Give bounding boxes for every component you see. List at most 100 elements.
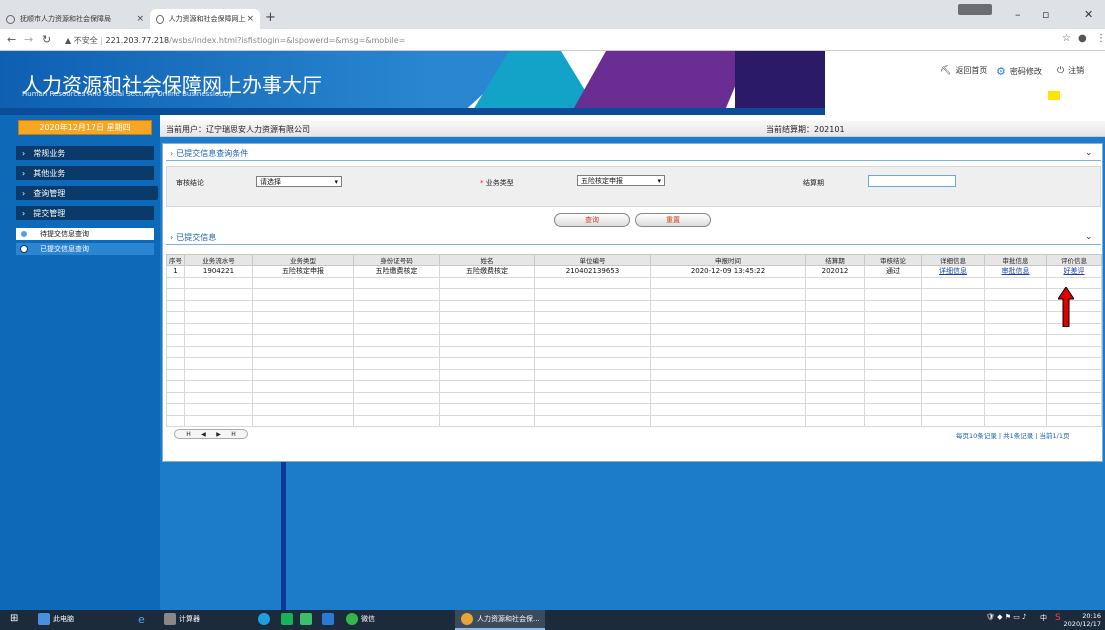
- table-cell: [184, 357, 253, 370]
- table-cell: [353, 414, 440, 427]
- prev-page-button[interactable]: ◀: [201, 431, 206, 438]
- table-cell: [534, 322, 651, 335]
- address-bar: ← → ↻ ▲ 不安全 | 221.203.77.218/wsbs/index.…: [0, 29, 1105, 51]
- query-section-header[interactable]: › 已提交信息查询条件: [170, 148, 248, 159]
- required-mark: *: [480, 179, 484, 187]
- password-link[interactable]: ⚙ 密码修改: [996, 65, 1042, 78]
- close-tab-icon[interactable]: ×: [246, 14, 254, 24]
- system-tray-icons[interactable]: 🛡 ◆ ⚑ ▭ ♪: [986, 613, 1027, 621]
- this-pc-button[interactable]: 此电脑: [38, 613, 74, 625]
- table-cell: [984, 414, 1047, 427]
- skype-icon[interactable]: [258, 613, 270, 625]
- mail-icon[interactable]: [322, 613, 334, 625]
- biz-type-select[interactable]: 五险核定申报 ▾: [577, 175, 665, 186]
- table-cell: [534, 414, 651, 427]
- new-tab-button[interactable]: +: [265, 10, 276, 25]
- maximize-icon[interactable]: ▫: [1042, 8, 1049, 21]
- table-cell: [650, 391, 806, 404]
- close-window-icon[interactable]: ✕: [1084, 8, 1093, 21]
- back-icon[interactable]: ←: [7, 33, 16, 46]
- home-link[interactable]: ⛏ 返回首页: [940, 65, 987, 76]
- close-tab-icon[interactable]: ×: [136, 14, 144, 24]
- forward-icon[interactable]: →: [24, 33, 33, 46]
- results-section-header[interactable]: › 已提交信息: [170, 232, 216, 243]
- chevron-down-icon: ▾: [657, 176, 661, 185]
- windows-start-icon[interactable]: ⊞: [10, 613, 18, 624]
- table-cell: [1046, 311, 1102, 324]
- menu-icon[interactable]: ⋮: [1096, 33, 1105, 44]
- table-row-empty: [166, 299, 1102, 312]
- table-cell: [534, 380, 651, 393]
- reset-button[interactable]: 重置: [635, 213, 711, 227]
- approval-info-link[interactable]: 审批信息: [984, 265, 1047, 278]
- section-title: 已提交信息: [176, 233, 217, 242]
- first-page-button[interactable]: H: [186, 431, 191, 438]
- table-cell: [534, 299, 651, 312]
- table-cell: [1046, 345, 1102, 358]
- logout-link[interactable]: ⏻ 注销: [1057, 65, 1084, 76]
- media-icon[interactable]: [281, 613, 293, 625]
- sidebar-menu-regular[interactable]: › 常规业务: [16, 146, 154, 160]
- table-cell: [166, 391, 185, 404]
- ime-indicator[interactable]: 中: [1040, 613, 1047, 623]
- sidebar-menu-query[interactable]: › 查询管理: [16, 186, 154, 200]
- browser-tab[interactable]: 抚顺市人力资源和社会保障局 ×: [0, 9, 150, 29]
- rating-link[interactable]: 好差评: [1046, 265, 1102, 278]
- profile-icon[interactable]: ●: [1078, 33, 1087, 44]
- section-divider: [166, 160, 1101, 161]
- table-row-empty: [166, 357, 1102, 370]
- sidebar-item-submitted-query[interactable]: 已提交信息查询: [16, 243, 154, 255]
- sidebar-collapse-handle[interactable]: [152, 186, 158, 200]
- security-warning[interactable]: ▲ 不安全: [65, 36, 98, 45]
- column-header: 姓名: [439, 254, 535, 266]
- wechat-button[interactable]: 微信: [346, 613, 375, 625]
- audit-select[interactable]: 请选择 ▾: [256, 176, 342, 187]
- table-cell: [650, 357, 806, 370]
- detail-info-link[interactable]: 详细信息: [921, 265, 985, 278]
- table-row[interactable]: 1 1904221 五险核定申报 五险缴费核定 五险缴费核定 210402139…: [166, 265, 1102, 278]
- chevron-down-icon[interactable]: ⌄: [1085, 232, 1093, 242]
- minimize-icon[interactable]: –: [1015, 8, 1021, 21]
- table-cell: [864, 391, 922, 404]
- taskbar-label: 计算器: [179, 615, 200, 623]
- active-browser-task[interactable]: 人力资源和社会保...: [455, 610, 545, 630]
- sidebar-menu-other[interactable]: › 其他业务: [16, 166, 154, 180]
- search-button[interactable]: 查询: [554, 213, 630, 227]
- clock[interactable]: 20:16 2020/12/17: [1064, 612, 1101, 628]
- table-cell: [921, 322, 985, 335]
- table-cell: [864, 276, 922, 289]
- browser-tab-active[interactable]: 人力资源和社会保障网上办事云 ×: [150, 9, 260, 29]
- table-cell: [1046, 391, 1102, 404]
- table-cell: [805, 368, 865, 381]
- period-input[interactable]: [868, 175, 956, 187]
- table-cell: [252, 322, 354, 335]
- table-cell: [984, 299, 1047, 312]
- table-cell: [984, 391, 1047, 404]
- last-page-button[interactable]: H: [231, 431, 236, 438]
- table-cell: [534, 357, 651, 370]
- gear-icon: ⚙: [996, 65, 1006, 78]
- next-page-button[interactable]: ▶: [216, 431, 221, 438]
- table-cell: [650, 276, 806, 289]
- sogou-icon[interactable]: S: [1055, 613, 1061, 623]
- table-cell: [353, 403, 440, 416]
- bookmark-star-icon[interactable]: ☆: [1062, 33, 1071, 44]
- app-icon[interactable]: [300, 613, 312, 625]
- table-cell: [864, 334, 922, 347]
- table-cell: [439, 345, 535, 358]
- table-cell: [805, 311, 865, 324]
- sidebar-menu-submit[interactable]: › 提交管理: [16, 206, 154, 220]
- sidebar-item-pending-query[interactable]: 待提交信息查询: [16, 228, 154, 240]
- table-row-empty: [166, 345, 1102, 358]
- ie-icon[interactable]: e: [138, 613, 145, 626]
- reload-icon[interactable]: ↻: [42, 33, 51, 46]
- table-cell: [353, 299, 440, 312]
- table-cell: [184, 414, 253, 427]
- table-cell: [984, 311, 1047, 324]
- taskbar-label: 此电脑: [53, 615, 74, 623]
- menu-label: 查询管理: [33, 188, 66, 198]
- url-field[interactable]: ▲ 不安全 | 221.203.77.218/wsbs/index.html?i…: [65, 35, 405, 46]
- table-cell: [1046, 368, 1102, 381]
- calculator-button[interactable]: 计算器: [164, 613, 200, 625]
- chevron-down-icon[interactable]: ⌄: [1085, 148, 1093, 158]
